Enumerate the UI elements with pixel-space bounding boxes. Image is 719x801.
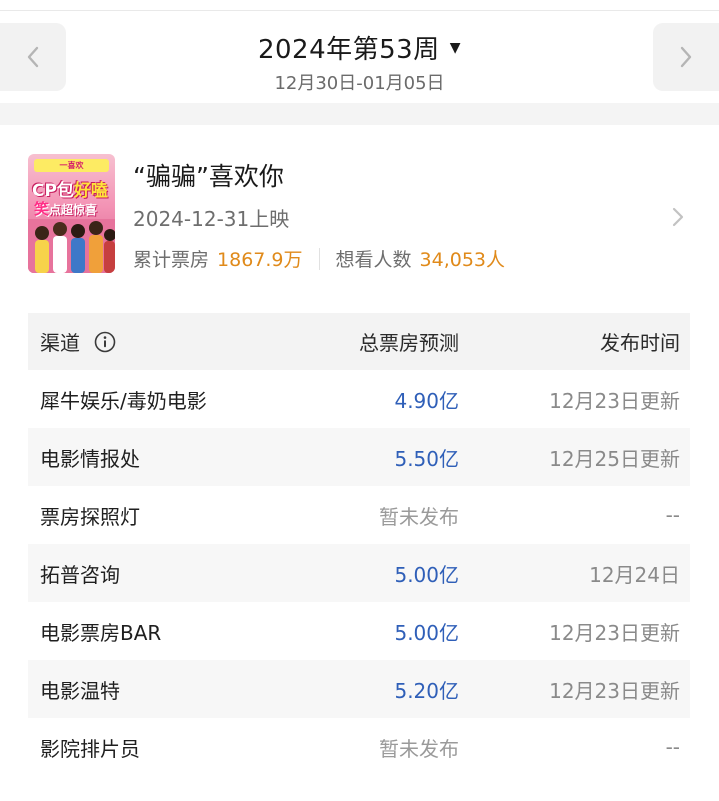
- info-icon[interactable]: [94, 331, 116, 353]
- table-row: 电影票房BAR 5.00亿 12月23日更新: [28, 602, 690, 660]
- box-office-prediction: 4.90亿: [394, 388, 459, 413]
- table-row: 犀牛娱乐/毒奶电影 4.90亿 12月23日更新: [28, 370, 690, 428]
- table-row: 电影情报处 5.50亿 12月25日更新: [28, 428, 690, 486]
- box-office-prediction: 暂未发布: [379, 736, 459, 761]
- publish-time: --: [665, 503, 680, 527]
- channel-name: 电影温特: [40, 678, 120, 703]
- table-row: 影院排片员 暂未发布 --: [28, 718, 690, 776]
- chevron-right-icon[interactable]: [671, 205, 685, 229]
- week-selector[interactable]: 2024年第53周 ▼: [0, 29, 719, 66]
- publish-time: 12月23日更新: [549, 678, 680, 703]
- channel-name: 拓普咨询: [40, 562, 120, 587]
- week-header: 2024年第53周 ▼ 12月30日-01月05日: [0, 11, 719, 103]
- header-channel: 渠道: [40, 327, 116, 356]
- box-office-value: 1867.9万: [217, 249, 303, 271]
- poster-banner: 一喜欢: [34, 159, 109, 172]
- table-row: 拓普咨询 5.00亿 12月24日: [28, 544, 690, 602]
- movie-poster[interactable]: 一喜欢 CP包好嗑 笑点超惊喜: [28, 154, 115, 273]
- stats-divider: [318, 247, 320, 270]
- table-row: 电影温特 5.20亿 12月23日更新: [28, 660, 690, 718]
- publish-time: 12月25日更新: [549, 446, 680, 471]
- week-date-range: 12月30日-01月05日: [274, 73, 445, 94]
- week-title: 2024年第53周: [257, 35, 440, 65]
- movie-title: “骗骗”喜欢你: [133, 162, 284, 191]
- table-header: 渠道 总票房预测 发布时间: [28, 313, 690, 370]
- movie-stats: 累计票房 1867.9万 想看人数 34,053人: [133, 245, 505, 272]
- want-to-see-label: 想看人数: [335, 249, 412, 271]
- box-office-prediction: 5.00亿: [394, 620, 459, 645]
- publish-time: 12月23日更新: [549, 388, 680, 413]
- publish-time: 12月24日: [589, 562, 680, 587]
- channel-name: 票房探照灯: [40, 504, 140, 529]
- channel-name: 电影票房BAR: [40, 620, 162, 645]
- box-office-prediction: 暂未发布: [379, 504, 459, 529]
- release-date: 2024-12-31上映: [133, 207, 290, 231]
- header-prediction: 总票房预测: [359, 331, 459, 355]
- movie-card[interactable]: 一喜欢 CP包好嗑 笑点超惊喜 “骗骗”喜欢你 2024-12-31上映 累计票…: [0, 125, 719, 295]
- box-office-label: 累计票房: [133, 249, 210, 271]
- channel-name: 电影情报处: [40, 446, 140, 471]
- channel-name: 影院排片员: [40, 736, 140, 761]
- box-office-prediction: 5.20亿: [394, 678, 459, 703]
- section-separator: [0, 103, 719, 125]
- box-office-prediction: 5.00亿: [394, 562, 459, 587]
- chevron-right-icon: [680, 46, 692, 68]
- next-week-button[interactable]: [653, 23, 719, 91]
- box-office-prediction: 5.50亿: [394, 446, 459, 471]
- publish-time: 12月23日更新: [549, 620, 680, 645]
- want-to-see-value: 34,053人: [419, 249, 505, 271]
- forecast-table: 渠道 总票房预测 发布时间 犀牛娱乐/毒奶电影 4.90亿 12月23日更新 电影情报…: [28, 313, 690, 776]
- header-publish-time: 发布时间: [600, 331, 680, 355]
- table-row: 票房探照灯 暂未发布 --: [28, 486, 690, 544]
- publish-time: --: [665, 735, 680, 759]
- poster-cast-illustration: [28, 219, 115, 273]
- dropdown-caret-icon: ▼: [449, 40, 462, 56]
- poster-tagline-2: 笑点超惊喜: [34, 200, 98, 218]
- channel-name: 犀牛娱乐/毒奶电影: [40, 388, 207, 413]
